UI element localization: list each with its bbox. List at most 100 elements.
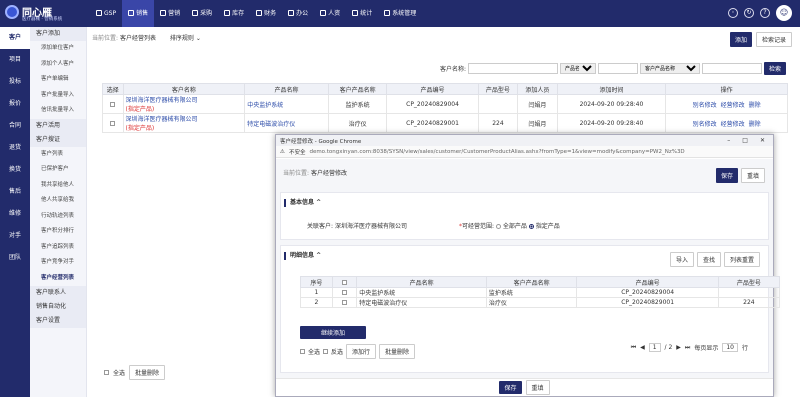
detail-op-3[interactable]: 批量删除 [379,344,416,359]
sub-nav-item[interactable]: 已保护客户 [30,162,86,178]
sub-nav-item[interactable]: 信讯批量导入 [30,103,86,119]
customer-product-select[interactable]: 客户产品名称 [639,63,700,74]
columns-reset-button[interactable]: 列表重置 [723,252,760,267]
op-link[interactable]: 删除 [749,121,761,128]
history-button[interactable]: 检索记录 [755,32,792,47]
popup-reset-button-top[interactable]: 重填 [740,168,765,183]
add-button[interactable]: 添加 [729,32,752,47]
scope-all-radio[interactable] [495,224,501,229]
sub-nav-item[interactable]: 客户追踪列表 [30,240,86,256]
page-number-input[interactable]: 1 [648,343,661,352]
avatar[interactable]: ☺ [776,5,792,21]
scope-part-radio[interactable] [528,224,534,229]
sub-nav-item[interactable]: 客户单编辑 [30,72,86,88]
nav-item-4[interactable]: 库存 [218,0,250,27]
minimize-icon[interactable]: – [727,137,730,144]
customer-link[interactable]: 深圳海洋医疗器械有限公司 [126,116,198,123]
nav-item-0[interactable]: GSP [90,0,122,27]
op-link[interactable]: 别名修改 [693,121,717,128]
popup-save-button-top[interactable]: 保存 [715,168,738,183]
customer-name-input[interactable] [467,63,558,74]
detail-op-checkbox[interactable] [300,349,305,354]
product-input[interactable] [597,63,638,74]
detail-model[interactable] [717,287,781,298]
customer-product-input[interactable] [701,63,762,74]
sidebar-item-2[interactable]: 投标 [0,71,30,93]
search-button[interactable]: 检索 [763,62,786,75]
sort-rule-dropdown[interactable]: 排序规则 ⌄ [170,35,201,42]
refresh-icon[interactable]: ↻ [744,8,754,18]
help-icon[interactable]: ? [760,8,770,18]
logo[interactable]: 同心雁 医疗器械 · 营销系统 [5,3,85,24]
nav-item-6[interactable]: 办公 [282,0,314,27]
product-select[interactable]: 产品名称 [559,63,596,74]
sub-nav-item[interactable]: 他人共享给我 [30,193,86,209]
sub-group-contacts[interactable]: 客户联系人 [30,286,86,300]
row-checkbox[interactable] [110,120,116,126]
sub-group-use[interactable]: 客户活用 [30,118,86,133]
per-page-select[interactable]: 10 [722,343,738,352]
detail-op-0[interactable]: 全选 [308,347,320,356]
op-link[interactable]: 别名修改 [693,102,717,109]
detail-select-all-checkbox[interactable] [342,279,348,285]
batch-delete-button[interactable]: 批量删除 [129,365,166,380]
detail-cust[interactable]: 监护系统 [485,287,578,298]
sidebar-item-8[interactable]: 维修 [0,203,30,225]
sidebar-item-1[interactable]: 项目 [0,49,30,71]
detail-product[interactable]: 特定电磁波治疗仪 [356,297,487,308]
nav-item-2[interactable]: 营销 [154,0,186,27]
sidebar-item-4[interactable]: 合同 [0,115,30,137]
detail-op-checkbox[interactable] [323,349,329,354]
sub-group-search[interactable]: 客户搜证 [30,132,86,147]
sub-nav-item[interactable]: 添加单位客户 [30,41,86,57]
sub-nav-item[interactable]: 客户列表 [30,147,86,163]
sub-nav-item[interactable]: 客户积分排行 [30,224,86,240]
sidebar-item-7[interactable]: 售后 [0,181,30,203]
import-button[interactable]: 导入 [669,252,694,267]
sidebar-item-10[interactable]: 团队 [0,247,30,269]
sidebar-item-0[interactable]: 客户 [0,27,30,49]
sub-nav-item[interactable]: 添加个人客户 [30,57,86,73]
nav-item-3[interactable]: 采购 [186,0,218,27]
detail-model[interactable]: 224 [717,297,781,308]
nav-item-9[interactable]: 系统管理 [378,0,422,27]
sidebar-item-3[interactable]: 报价 [0,93,30,115]
popup-reset-button[interactable]: 重填 [525,380,550,395]
detail-op-2[interactable]: 添加行 [346,344,377,359]
first-page-icon[interactable]: ⏮ [631,344,636,352]
sub-group-settings[interactable]: 客户设置 [30,314,86,328]
popup-save-button[interactable]: 保存 [499,381,522,394]
next-page-icon[interactable]: ▶ [676,344,681,351]
sidebar-item-5[interactable]: 退货 [0,137,30,159]
customer-link[interactable]: 深圳海洋医疗器械有限公司 [126,97,198,104]
detail-row-checkbox[interactable] [342,300,348,305]
sub-group-automation[interactable]: 销售自动化 [30,300,86,314]
last-page-icon[interactable]: ⏭ [685,344,690,352]
nav-item-8[interactable]: 统计 [346,0,378,27]
select-all-checkbox[interactable] [104,370,109,375]
sidebar-item-9[interactable]: 对手 [0,225,30,247]
close-icon[interactable]: ✕ [760,137,765,144]
sub-nav-item[interactable]: 客户经营列表 [30,271,86,287]
sub-nav-item[interactable]: 客户批量导入 [30,88,86,104]
find-button[interactable]: 查找 [696,252,721,267]
op-link[interactable]: 经营修改 [721,121,745,128]
continue-add-button[interactable]: 继续添加 [300,326,366,339]
detail-product[interactable]: 中央监护系统 [356,287,487,298]
sub-nav-item[interactable]: 我共享给他人 [30,178,86,194]
sub-nav-item[interactable]: 客户竞争对手 [30,255,86,271]
sub-group-add[interactable]: 客户添加 [30,27,86,41]
detail-cust[interactable]: 治疗仪 [485,297,578,308]
sidebar-item-6[interactable]: 换货 [0,159,30,181]
address-bar[interactable]: ⚠ 不安全 demo.tongxinyan.com:8038/SYSN/view… [276,146,773,158]
bell-icon[interactable]: ◦ [728,8,738,18]
row-checkbox[interactable] [110,101,116,107]
op-link[interactable]: 经营修改 [721,102,745,109]
nav-item-5[interactable]: 财务 [250,0,282,27]
nav-item-7[interactable]: 人资 [314,0,346,27]
detail-op-1[interactable]: 反选 [331,347,343,356]
sub-nav-item[interactable]: 行动轨迹列表 [30,209,86,225]
maximize-icon[interactable]: □ [742,137,748,144]
op-link[interactable]: 删除 [749,102,761,109]
detail-row-checkbox[interactable] [342,290,348,295]
